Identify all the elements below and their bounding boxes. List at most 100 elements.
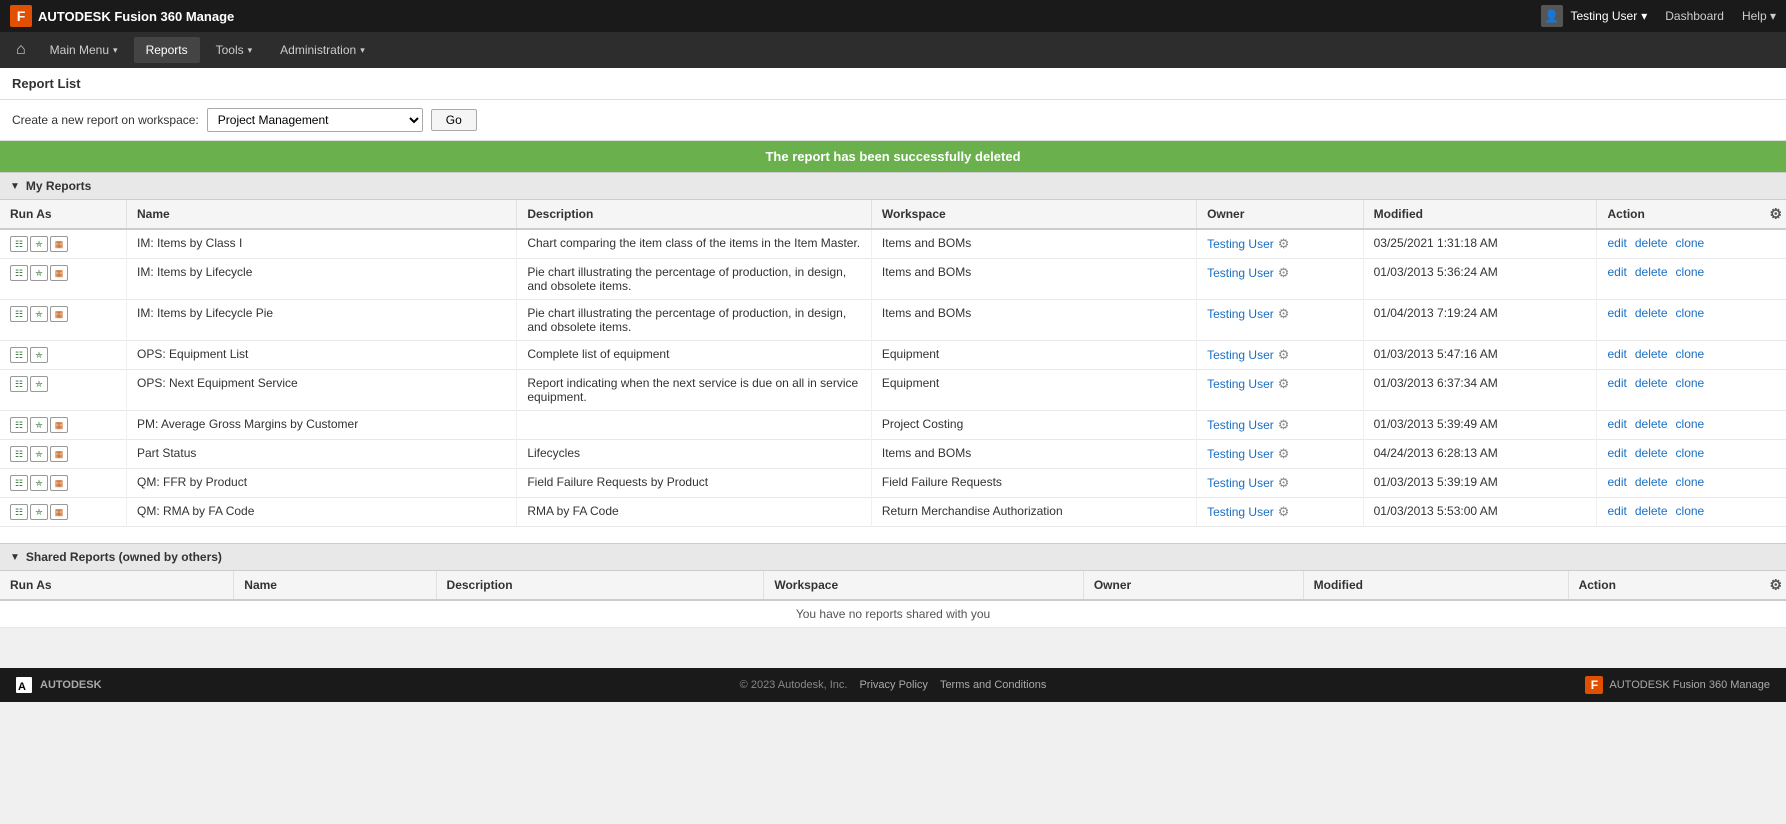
action-clone-link[interactable]: clone <box>1676 376 1705 390</box>
action-delete-link[interactable]: delete <box>1635 376 1668 390</box>
action-delete-link[interactable]: delete <box>1635 347 1668 361</box>
report-settings-icon[interactable]: ⚙ <box>1278 475 1290 491</box>
run-as-image-icon[interactable]: ⛤ <box>30 347 48 363</box>
report-settings-icon[interactable]: ⚙ <box>1278 236 1290 252</box>
report-settings-icon[interactable]: ⚙ <box>1278 504 1290 520</box>
action-delete-link[interactable]: delete <box>1635 265 1668 279</box>
report-action-cell: edit delete clone <box>1597 229 1786 259</box>
report-settings-icon[interactable]: ⚙ <box>1278 347 1290 363</box>
owner-link[interactable]: Testing User <box>1207 418 1274 432</box>
action-edit-link[interactable]: edit <box>1607 475 1626 489</box>
action-edit-link[interactable]: edit <box>1607 417 1626 431</box>
owner-link[interactable]: Testing User <box>1207 348 1274 362</box>
action-edit-link[interactable]: edit <box>1607 265 1626 279</box>
shared-col-owner: Owner <box>1083 571 1303 600</box>
shared-reports-settings-icon[interactable]: ⚙ <box>1769 577 1782 594</box>
run-as-icons: ☷⛤ <box>10 347 116 363</box>
action-edit-link[interactable]: edit <box>1607 504 1626 518</box>
action-clone-link[interactable]: clone <box>1676 475 1705 489</box>
action-clone-link[interactable]: clone <box>1676 265 1705 279</box>
action-delete-link[interactable]: delete <box>1635 417 1668 431</box>
owner-link[interactable]: Testing User <box>1207 447 1274 461</box>
administration-nav[interactable]: Administration ▾ <box>268 37 377 63</box>
my-reports-settings-icon[interactable]: ⚙ <box>1769 206 1782 223</box>
run-as-table-icon[interactable]: ☷ <box>10 504 28 520</box>
run-as-chart-icon[interactable]: ▦ <box>50 236 68 252</box>
nav-bar: ⌂ Main Menu ▾ Reports Tools ▾ Administra… <box>0 32 1786 68</box>
report-workspace-cell: Return Merchandise Authorization <box>871 498 1196 527</box>
workspace-select[interactable]: Project Management Items and BOMs Equipm… <box>207 108 423 132</box>
action-delete-link[interactable]: delete <box>1635 236 1668 250</box>
footer-terms-link[interactable]: Terms and Conditions <box>940 679 1046 691</box>
run-as-image-icon[interactable]: ⛤ <box>30 265 48 281</box>
owner-link[interactable]: Testing User <box>1207 266 1274 280</box>
run-as-image-icon[interactable]: ⛤ <box>30 504 48 520</box>
run-as-chart-icon[interactable]: ▦ <box>50 504 68 520</box>
action-clone-link[interactable]: clone <box>1676 236 1705 250</box>
run-as-table-icon[interactable]: ☷ <box>10 306 28 322</box>
action-clone-link[interactable]: clone <box>1676 347 1705 361</box>
run-as-image-icon[interactable]: ⛤ <box>30 376 48 392</box>
owner-link[interactable]: Testing User <box>1207 307 1274 321</box>
action-delete-link[interactable]: delete <box>1635 504 1668 518</box>
user-area[interactable]: 👤 Testing User ▾ <box>1541 5 1648 27</box>
run-as-image-icon[interactable]: ⛤ <box>30 236 48 252</box>
go-button[interactable]: Go <box>431 109 477 131</box>
action-clone-link[interactable]: clone <box>1676 306 1705 320</box>
help-menu[interactable]: Help ▾ <box>1742 9 1776 23</box>
action-clone-link[interactable]: clone <box>1676 504 1705 518</box>
dashboard-link[interactable]: Dashboard <box>1665 9 1724 23</box>
owner-link[interactable]: Testing User <box>1207 377 1274 391</box>
run-as-image-icon[interactable]: ⛤ <box>30 475 48 491</box>
run-as-table-icon[interactable]: ☷ <box>10 446 28 462</box>
owner-link[interactable]: Testing User <box>1207 476 1274 490</box>
shared-col-modified: Modified <box>1303 571 1568 600</box>
action-clone-link[interactable]: clone <box>1676 417 1705 431</box>
run-as-cell: ☷⛤▦ <box>0 440 127 469</box>
action-edit-link[interactable]: edit <box>1607 376 1626 390</box>
action-delete-link[interactable]: delete <box>1635 446 1668 460</box>
run-as-chart-icon[interactable]: ▦ <box>50 417 68 433</box>
footer-privacy-link[interactable]: Privacy Policy <box>859 679 927 691</box>
owner-link[interactable]: Testing User <box>1207 237 1274 251</box>
run-as-image-icon[interactable]: ⛤ <box>30 306 48 322</box>
run-as-image-icon[interactable]: ⛤ <box>30 417 48 433</box>
shared-reports-section-header[interactable]: ▼ Shared Reports (owned by others) <box>0 543 1786 571</box>
action-edit-link[interactable]: edit <box>1607 306 1626 320</box>
run-as-table-icon[interactable]: ☷ <box>10 347 28 363</box>
run-as-chart-icon[interactable]: ▦ <box>50 265 68 281</box>
run-as-icons: ☷⛤▦ <box>10 417 116 433</box>
run-as-chart-icon[interactable]: ▦ <box>50 306 68 322</box>
home-icon[interactable]: ⌂ <box>8 37 34 63</box>
run-as-chart-icon[interactable]: ▦ <box>50 475 68 491</box>
action-delete-link[interactable]: delete <box>1635 306 1668 320</box>
action-edit-link[interactable]: edit <box>1607 347 1626 361</box>
tools-nav[interactable]: Tools ▾ <box>204 37 265 63</box>
run-as-chart-icon[interactable]: ▦ <box>50 446 68 462</box>
reports-nav[interactable]: Reports <box>134 37 200 63</box>
run-as-table-icon[interactable]: ☷ <box>10 417 28 433</box>
report-settings-icon[interactable]: ⚙ <box>1278 376 1290 392</box>
action-edit-link[interactable]: edit <box>1607 236 1626 250</box>
svg-text:A: A <box>18 681 26 693</box>
run-as-table-icon[interactable]: ☷ <box>10 475 28 491</box>
run-as-table-icon[interactable]: ☷ <box>10 265 28 281</box>
report-settings-icon[interactable]: ⚙ <box>1278 417 1290 433</box>
action-delete-link[interactable]: delete <box>1635 475 1668 489</box>
report-settings-icon[interactable]: ⚙ <box>1278 306 1290 322</box>
tools-arrow-icon: ▾ <box>248 45 253 56</box>
my-reports-section-header[interactable]: ▼ My Reports <box>0 172 1786 200</box>
main-menu-nav[interactable]: Main Menu ▾ <box>38 37 130 63</box>
username-arrow-icon: ▾ <box>1641 9 1647 23</box>
action-links: edit delete clone <box>1607 236 1776 250</box>
create-report-label: Create a new report on workspace: <box>12 113 199 127</box>
action-edit-link[interactable]: edit <box>1607 446 1626 460</box>
owner-link[interactable]: Testing User <box>1207 505 1274 519</box>
run-as-image-icon[interactable]: ⛤ <box>30 446 48 462</box>
report-settings-icon[interactable]: ⚙ <box>1278 446 1290 462</box>
report-settings-icon[interactable]: ⚙ <box>1278 265 1290 281</box>
run-as-table-icon[interactable]: ☷ <box>10 236 28 252</box>
run-as-table-icon[interactable]: ☷ <box>10 376 28 392</box>
action-clone-link[interactable]: clone <box>1676 446 1705 460</box>
report-name-cell: IM: Items by Class I <box>127 229 517 259</box>
